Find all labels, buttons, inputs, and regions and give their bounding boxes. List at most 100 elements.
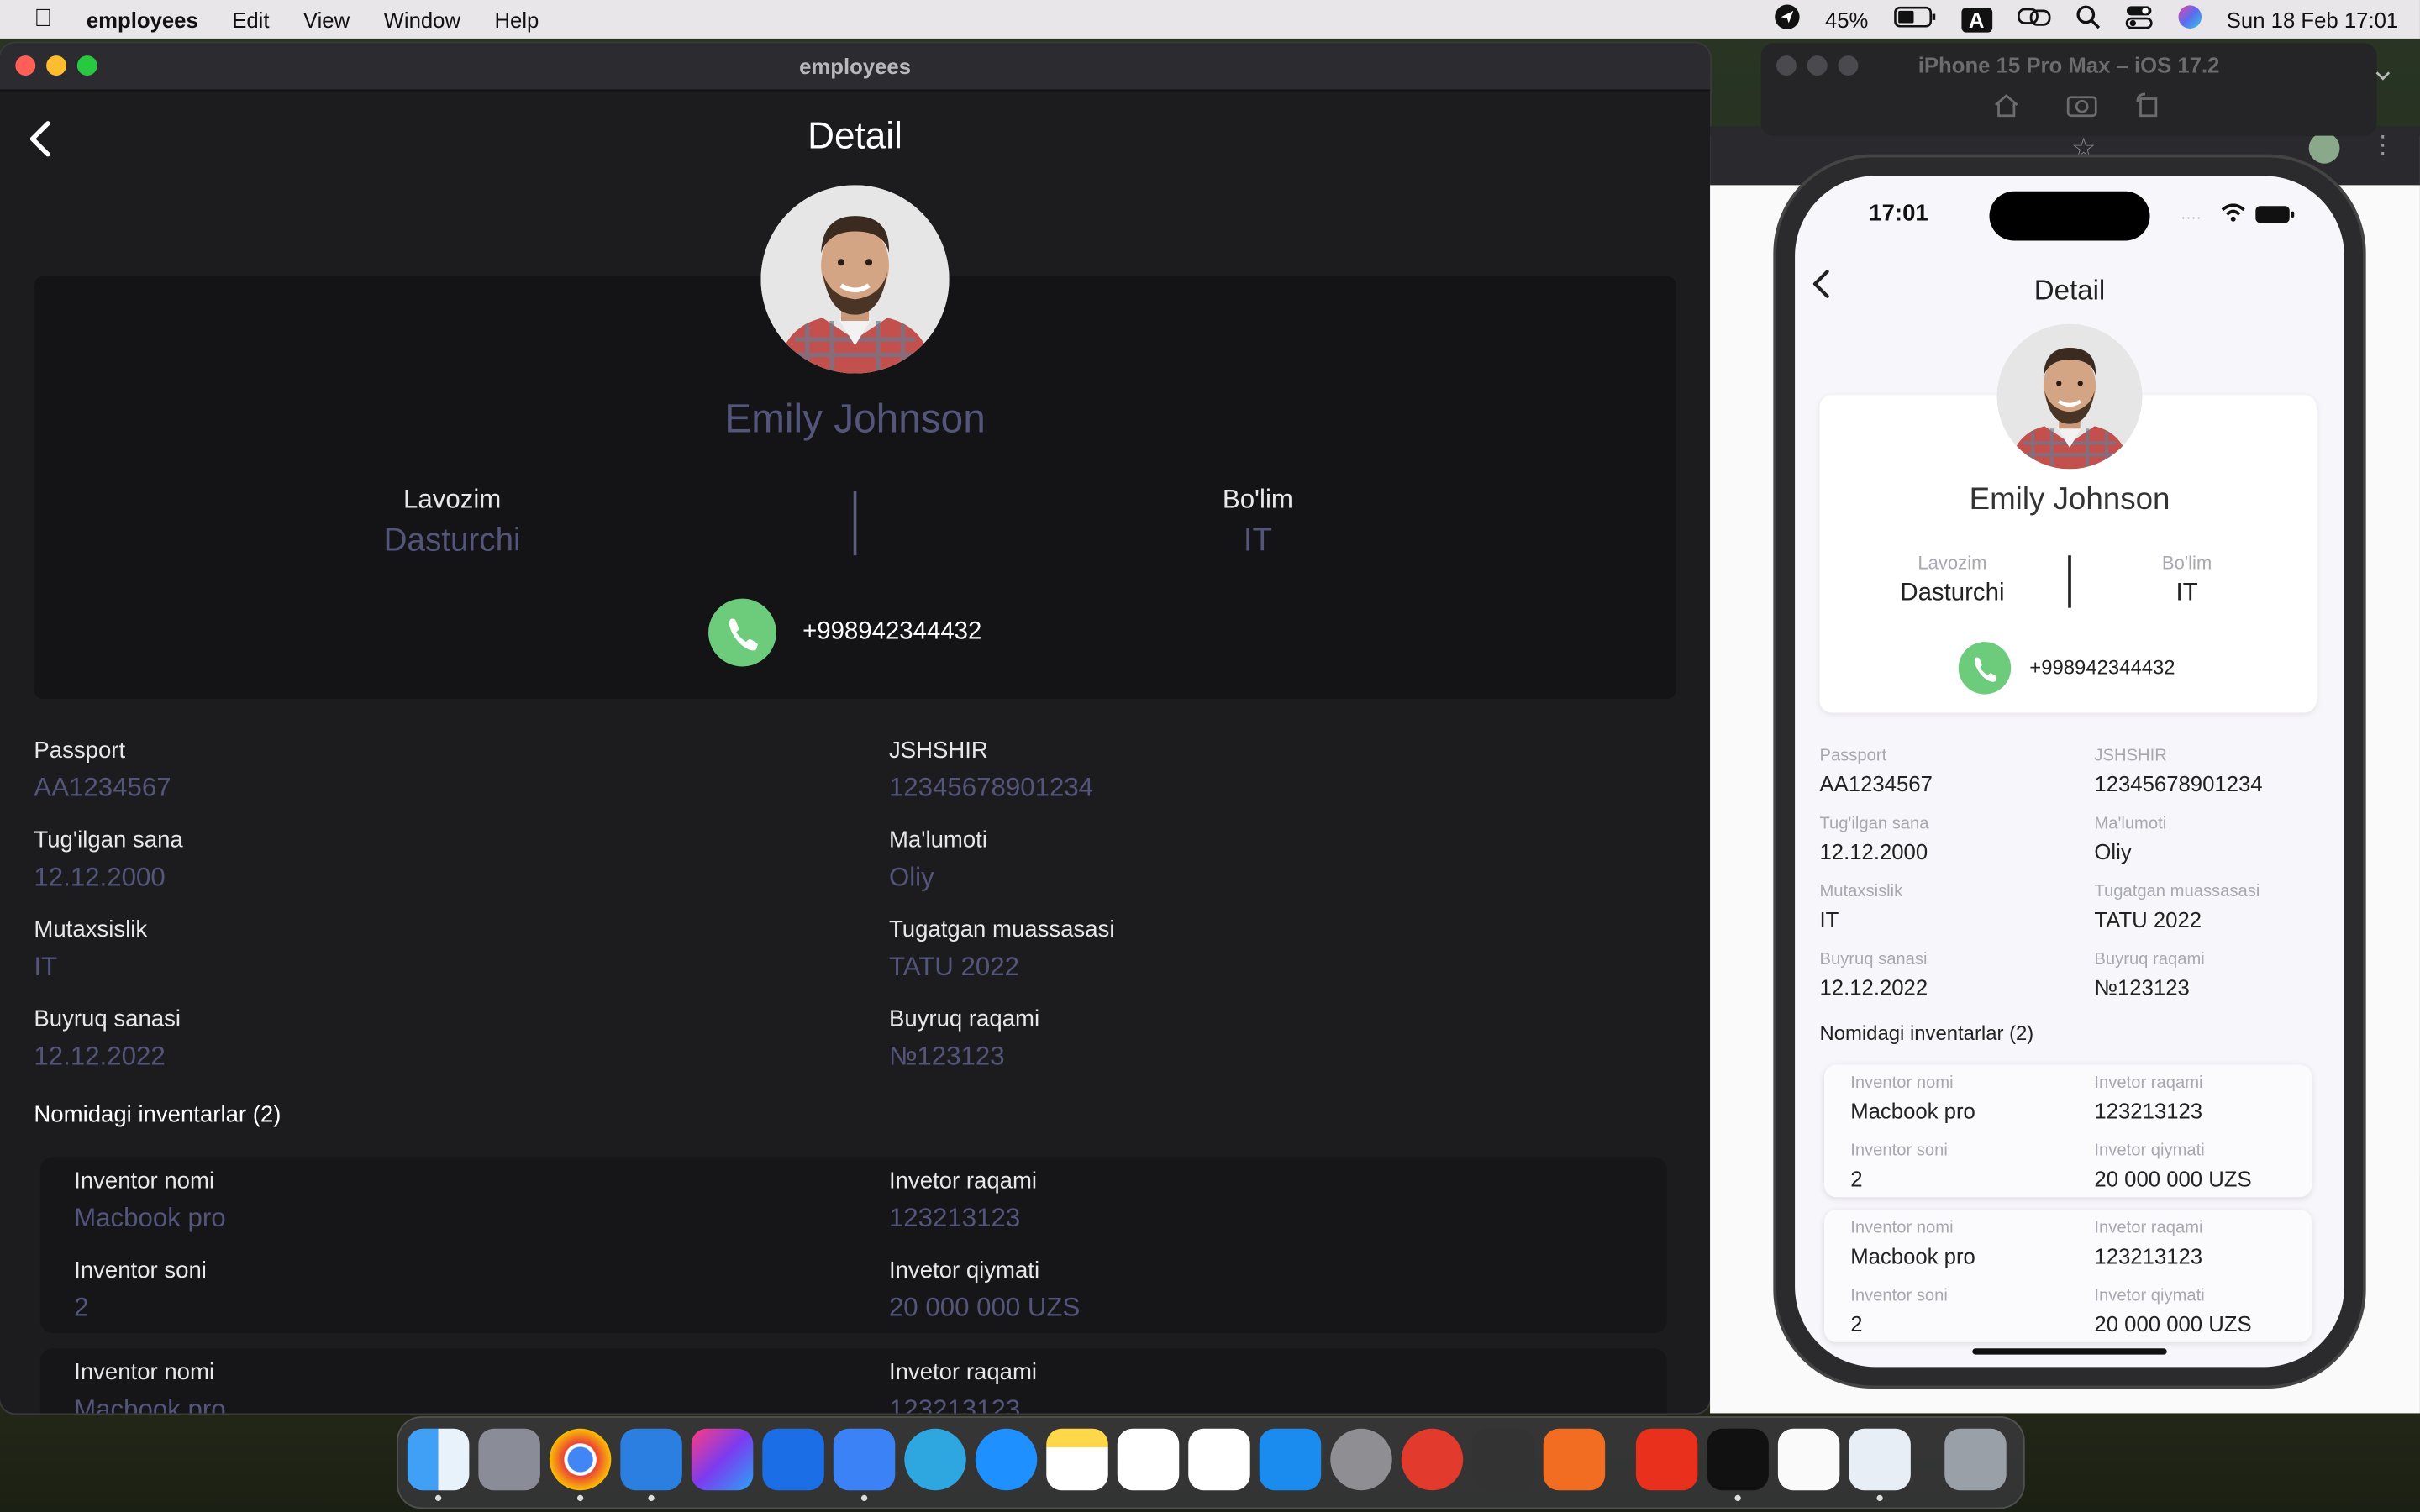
employee-name: Emily Johnson [1969,482,2170,517]
chevron-down-icon[interactable] [2375,61,2391,89]
siri-icon[interactable] [2177,5,2202,34]
inventory-price: 20 000 000 UZS [2094,1166,2252,1191]
field-value: 12345678901234 [888,773,1094,803]
avatar [760,185,950,374]
iphone-device: 17:01 ···· Detail Emily Johnson Lavozim … [1776,157,2363,1386]
control-center-icon[interactable] [2125,5,2153,34]
phone-icon [708,618,776,673]
inventory-number: 123213123 [888,1203,1021,1233]
inventory-name: Macbook pro [74,1394,226,1414]
field-label: Buyruq sanasi [1819,950,1928,969]
field-value: №123123 [2094,974,2190,1000]
phone-number[interactable]: +998942344432 [802,619,981,647]
app-window: employees Detail Emily Johnson Lavozim D… [0,43,1711,1414]
calculator-icon[interactable] [1472,1428,1534,1491]
field-value: IT [1819,906,1839,932]
field-value: TATU 2022 [2094,906,2202,932]
freeform-icon[interactable] [1117,1428,1180,1491]
app-store-icon[interactable] [1259,1428,1322,1491]
dynamic-island [1989,191,2150,241]
back-icon[interactable] [24,118,55,170]
search-icon[interactable] [2075,5,2100,34]
location-icon[interactable] [1773,3,1801,36]
trash-icon[interactable] [1944,1428,2007,1491]
inventory-name: Macbook pro [1850,1098,1975,1124]
intellij-icon[interactable] [691,1428,754,1491]
iphone-screen: 17:01 ···· Detail Emily Johnson Lavozim … [1795,176,2344,1368]
inventory-name-label: Inventor nomi [1850,1218,1954,1238]
window-title: employees [799,54,911,79]
running-indicator [1734,1494,1741,1502]
app-bar: Detail [0,91,1710,183]
menu-bar:  employees Edit View Window Help 45% A [0,0,2420,39]
signal-icon: ···· [2181,209,2202,227]
field-value: 12.12.2000 [1819,839,1928,864]
running-indicator [434,1494,442,1502]
inventory-count: 2 [1850,1166,1863,1191]
screen-mirroring-icon[interactable] [2017,6,2050,32]
inventory-name: Macbook pro [1850,1243,1975,1268]
xcode-icon[interactable] [762,1428,824,1491]
input-source-icon[interactable]: A [1960,7,1992,32]
home-indicator[interactable] [1972,1348,2167,1355]
calendar-icon[interactable] [1188,1428,1250,1491]
inventory-number-label: Invetor raqami [888,1359,1038,1386]
inventory-number-label: Invetor raqami [888,1168,1038,1194]
xcode-instruments-icon[interactable] [620,1428,682,1491]
rotate-icon[interactable] [2134,92,2162,125]
field-label: Buyruq raqami [888,1005,1040,1032]
home-icon[interactable] [1992,92,2020,125]
inventory-card[interactable]: Inventor nomi Macbook pro Invetor raqami… [39,1157,1667,1333]
wifi-icon [2221,202,2245,230]
wps-office-icon[interactable] [1635,1428,1698,1491]
inventory-price-label: Invetor qiymati [2094,1286,2205,1305]
telegram-icon[interactable] [904,1428,966,1491]
inventory-section-title: Nomidagi inventarlar (2) [1819,1021,2034,1045]
inventory-price-label: Invetor qiymati [888,1257,1040,1284]
inventory-card[interactable]: Inventor nomi Macbook pro Invetor raqami… [39,1348,1667,1414]
menu-help[interactable]: Help [494,7,539,31]
notes-icon[interactable] [1046,1428,1108,1491]
inventory-card[interactable]: Inventor nomi Macbook pro Invetor raqami… [1823,1064,2312,1198]
launchpad-icon[interactable] [478,1428,540,1491]
inventory-number-label: Invetor raqami [2094,1074,2203,1093]
avatar [1996,323,2143,470]
menu-edit[interactable]: Edit [232,7,269,31]
battery-icon[interactable] [1893,6,1936,32]
clock[interactable]: Sun 18 Feb 17:01 [2227,7,2398,31]
chrome-icon[interactable] [549,1428,612,1491]
running-indicator [576,1494,584,1502]
inventory-price: 20 000 000 UZS [888,1293,1081,1323]
inventory-name: Macbook pro [74,1203,226,1233]
instruments-icon[interactable] [1401,1428,1464,1491]
screenshot-icon[interactable] [2066,92,2097,125]
profile-avatar-icon [2308,132,2340,164]
textedit-icon[interactable] [1777,1428,1840,1491]
apple-icon[interactable]:  [34,5,52,33]
field-label: Ma'lumoti [2094,814,2167,833]
inventory-name-label: Inventor nomi [1850,1074,1954,1093]
menu-view[interactable]: View [303,7,350,31]
field-value: №123123 [888,1041,1005,1071]
menu-app-name[interactable]: employees [87,7,198,31]
call-button[interactable] [708,598,776,667]
phone-number[interactable]: +998942344432 [2029,656,2175,680]
flutter-icon[interactable] [1849,1428,1911,1491]
call-button[interactable] [1958,642,2012,695]
field-value: 12.12.2022 [34,1041,166,1071]
simulator-icon[interactable] [833,1428,896,1491]
zoom-window-button[interactable] [76,55,97,76]
terminal-icon[interactable] [1707,1428,1769,1491]
field-value: Oliy [2094,839,2132,864]
safari-icon[interactable] [975,1428,1038,1491]
inventory-number-label: Invetor raqami [2094,1218,2203,1238]
finder-icon[interactable] [407,1428,470,1491]
simulator-title: iPhone 15 Pro Max – iOS 17.2 [1918,52,2220,77]
menu-window[interactable]: Window [384,7,460,31]
close-window-button[interactable] [15,55,36,76]
inventory-price: 20 000 000 UZS [2094,1311,2252,1336]
pages-icon[interactable] [1543,1428,1606,1491]
minimize-window-button[interactable] [46,55,66,76]
inventory-card[interactable]: Inventor nomi Macbook pro Invetor raqami… [1823,1209,2312,1342]
system-settings-icon[interactable] [1330,1428,1392,1491]
